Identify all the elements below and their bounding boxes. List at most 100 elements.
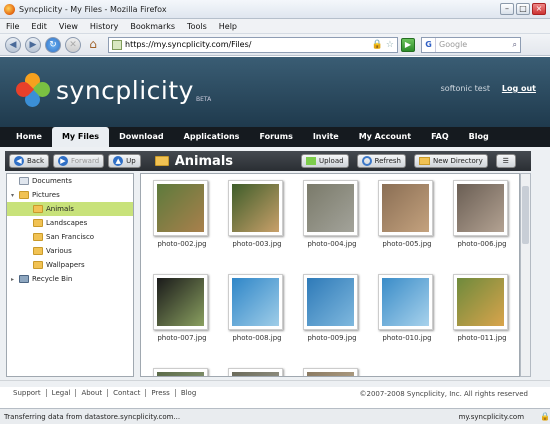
tree-item-pictures[interactable]: ▾ Pictures bbox=[7, 188, 133, 202]
photo-frame[interactable] bbox=[228, 368, 283, 376]
photo-frame[interactable] bbox=[153, 368, 208, 376]
tab-applications[interactable]: Applications bbox=[174, 127, 250, 147]
stop-icon[interactable]: ✕ bbox=[65, 36, 81, 53]
reload-icon[interactable]: ↻ bbox=[45, 36, 61, 53]
file-thumbnail[interactable]: photo-010.jpg bbox=[370, 270, 438, 348]
tab-invite[interactable]: Invite bbox=[303, 127, 349, 147]
file-thumbnail[interactable]: photo-005.jpg bbox=[370, 176, 438, 254]
photo-frame[interactable] bbox=[303, 274, 358, 330]
photo-image bbox=[232, 278, 279, 326]
tree-item-landscapes[interactable]: Landscapes bbox=[7, 216, 133, 230]
file-name: photo-003.jpg bbox=[232, 240, 282, 248]
upload-label: Upload bbox=[319, 157, 344, 165]
footer-link-legal[interactable]: Legal bbox=[47, 388, 77, 397]
footer-link-about[interactable]: About bbox=[76, 388, 109, 397]
search-icon[interactable]: ⌕ bbox=[513, 40, 517, 50]
file-thumbnail[interactable]: photo-004.jpg bbox=[295, 176, 363, 254]
minimize-button[interactable]: – bbox=[500, 3, 514, 15]
folder-icon bbox=[154, 156, 169, 166]
menu-item-tools[interactable]: Tools bbox=[187, 22, 207, 31]
file-thumbnail[interactable]: photo-009.jpg bbox=[295, 270, 363, 348]
photo-frame[interactable] bbox=[303, 368, 358, 376]
file-thumbnail[interactable]: photo-003.jpg bbox=[220, 176, 288, 254]
view-menu-button[interactable]: ☰ bbox=[495, 154, 516, 168]
tab-download[interactable]: Download bbox=[109, 127, 174, 147]
tree-item-san-francisco[interactable]: San Francisco bbox=[7, 230, 133, 244]
logout-link[interactable]: Log out bbox=[502, 84, 536, 93]
photo-frame[interactable] bbox=[453, 180, 508, 236]
footer-link-contact[interactable]: Contact bbox=[108, 388, 147, 397]
url-bar[interactable]: https://my.syncplicity.com/Files/ 🔒 ☆ bbox=[108, 36, 398, 53]
tree-item-recycle-bin[interactable]: ▸ Recycle Bin bbox=[7, 272, 133, 286]
expander-icon[interactable]: ▾ bbox=[11, 192, 18, 199]
photo-image bbox=[457, 184, 504, 232]
go-button[interactable]: ▶ bbox=[401, 37, 415, 52]
forward-icon[interactable]: ▶ bbox=[25, 36, 41, 53]
menu-item-file[interactable]: File bbox=[6, 22, 19, 31]
syncplicity-logo[interactable]: syncplicity BETA bbox=[12, 69, 211, 111]
menu-item-view[interactable]: View bbox=[59, 22, 78, 31]
footer-link-press[interactable]: Press bbox=[146, 388, 176, 397]
photo-frame[interactable] bbox=[153, 274, 208, 330]
brand-name: syncplicity bbox=[56, 75, 194, 105]
menu-item-bookmarks[interactable]: Bookmarks bbox=[130, 22, 175, 31]
file-thumbnail[interactable]: photo-011.jpg bbox=[445, 270, 513, 348]
folder-icon bbox=[33, 205, 43, 213]
file-thumbnail[interactable]: photo-002.jpg bbox=[145, 176, 213, 254]
tab-faq[interactable]: FAQ bbox=[421, 127, 459, 147]
new-directory-button[interactable]: New Directory bbox=[414, 154, 488, 168]
footer-link-blog[interactable]: Blog bbox=[176, 389, 201, 397]
tree-item-wallpapers[interactable]: Wallpapers bbox=[7, 258, 133, 272]
scrollbar-thumb[interactable] bbox=[522, 186, 529, 244]
maximize-button[interactable]: □ bbox=[516, 3, 530, 15]
file-thumbnail[interactable]: photo-006.jpg bbox=[445, 176, 513, 254]
file-thumbnail[interactable] bbox=[220, 364, 288, 376]
secure-lock-icon: 🔒 bbox=[540, 412, 550, 421]
photo-frame[interactable] bbox=[153, 180, 208, 236]
photo-frame[interactable] bbox=[228, 274, 283, 330]
forward-button[interactable]: ▶ Forward bbox=[53, 154, 105, 168]
new-directory-label: New Directory bbox=[433, 157, 483, 165]
tree-item-label: Animals bbox=[46, 205, 74, 213]
search-box[interactable]: G Google ⌕ bbox=[421, 36, 521, 53]
file-thumbnail[interactable] bbox=[295, 364, 363, 376]
close-button[interactable]: × bbox=[532, 3, 546, 15]
tab-my-account[interactable]: My Account bbox=[349, 127, 421, 147]
bookmark-star-icon[interactable]: ☆ bbox=[386, 40, 394, 50]
back-icon[interactable]: ◀ bbox=[5, 36, 21, 53]
list-icon: ☰ bbox=[502, 157, 509, 165]
tree-item-animals[interactable]: Animals bbox=[7, 202, 133, 216]
photo-frame[interactable] bbox=[378, 180, 433, 236]
back-button[interactable]: ◀ Back bbox=[9, 154, 49, 168]
photo-image bbox=[307, 184, 354, 232]
tab-forums[interactable]: Forums bbox=[249, 127, 302, 147]
footer-link-support[interactable]: Support bbox=[8, 388, 47, 397]
photo-frame[interactable] bbox=[303, 180, 358, 236]
file-thumbnail[interactable]: photo-008.jpg bbox=[220, 270, 288, 348]
file-thumbnail[interactable]: photo-007.jpg bbox=[145, 270, 213, 348]
refresh-button[interactable]: Refresh bbox=[356, 154, 406, 168]
file-name: photo-004.jpg bbox=[307, 240, 357, 248]
menu-item-history[interactable]: History bbox=[90, 22, 118, 31]
photo-frame[interactable] bbox=[453, 274, 508, 330]
menu-item-help[interactable]: Help bbox=[219, 22, 237, 31]
tree-item-documents[interactable]: Documents bbox=[7, 174, 133, 188]
file-thumbnail[interactable] bbox=[145, 364, 213, 376]
home-icon[interactable]: ⌂ bbox=[85, 37, 101, 53]
tree-item-various[interactable]: Various bbox=[7, 244, 133, 258]
photo-image bbox=[157, 372, 204, 376]
photo-frame[interactable] bbox=[378, 274, 433, 330]
upload-icon bbox=[306, 157, 317, 165]
tab-blog[interactable]: Blog bbox=[459, 127, 499, 147]
up-button[interactable]: ▲ Up bbox=[108, 154, 141, 168]
tab-my-files[interactable]: My Files bbox=[51, 127, 110, 147]
photo-frame[interactable] bbox=[228, 180, 283, 236]
photo-image bbox=[382, 278, 429, 326]
window-title: Syncplicity - My Files - Mozilla Firefox bbox=[19, 4, 167, 14]
expander-icon[interactable]: ▸ bbox=[11, 276, 18, 283]
upload-button[interactable]: Upload bbox=[301, 154, 349, 168]
menu-item-edit[interactable]: Edit bbox=[31, 22, 47, 31]
scrollbar[interactable] bbox=[520, 173, 531, 377]
tab-home[interactable]: Home bbox=[6, 127, 52, 147]
folder-icon bbox=[33, 233, 43, 241]
